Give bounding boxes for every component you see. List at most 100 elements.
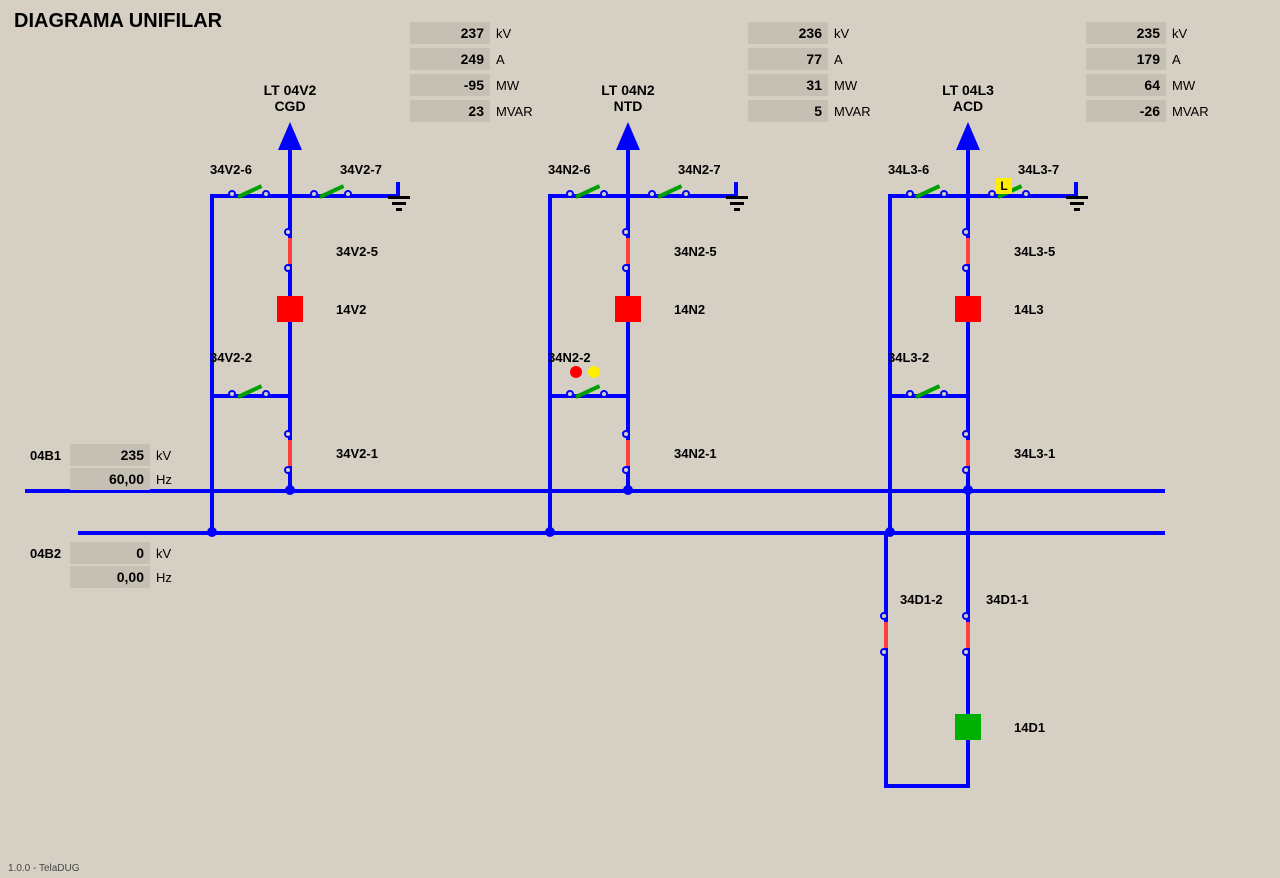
- l3-sw6-j2[interactable]: [940, 190, 948, 198]
- l3-mvar-u: MVAR: [1172, 104, 1209, 119]
- v2-sw1-lbl: 34V2-1: [336, 446, 378, 461]
- n2-sw2-r[interactable]: [600, 390, 608, 398]
- n2-alarm-yellow-icon: [588, 366, 600, 378]
- n2-sw7-j2[interactable]: [682, 190, 690, 198]
- n2-sw5-t[interactable]: [622, 228, 630, 236]
- d1-sw2-bar[interactable]: [884, 622, 888, 648]
- n2-sw5-bar[interactable]: [626, 238, 630, 264]
- n2-h2: [548, 394, 628, 398]
- v2-sw1-b[interactable]: [284, 466, 292, 474]
- d1-sw2-lbl: 34D1-2: [900, 592, 943, 607]
- l3-sw7-j2[interactable]: [1022, 190, 1030, 198]
- n2-mw-u: MW: [834, 78, 857, 93]
- l3-sw5-b[interactable]: [962, 264, 970, 272]
- d1-sw1-lbl: 34D1-1: [986, 592, 1029, 607]
- v2-sw5-lbl: 34V2-5: [336, 244, 378, 259]
- v2-title: LT 04V2 CGD: [240, 82, 340, 114]
- v2-sw7-j[interactable]: [310, 190, 318, 198]
- bus2-hz-unit: Hz: [156, 570, 172, 585]
- l3-sw2-r[interactable]: [940, 390, 948, 398]
- n2-breaker[interactable]: [615, 296, 641, 322]
- v2-sw5-t[interactable]: [284, 228, 292, 236]
- v2-a: 249: [410, 48, 490, 70]
- l3-sw1-b[interactable]: [962, 466, 970, 474]
- v2-kv-u: kV: [496, 26, 511, 41]
- l3-h2: [888, 394, 968, 398]
- v2-sw2-r[interactable]: [262, 390, 270, 398]
- d1-sw2-b[interactable]: [880, 648, 888, 656]
- n2-kv-u: kV: [834, 26, 849, 41]
- n2-sw1-b[interactable]: [622, 466, 630, 474]
- d1-leftv: [884, 531, 888, 787]
- n2-mw: 31: [748, 74, 828, 96]
- l3-sw6-j[interactable]: [906, 190, 914, 198]
- n2-sw7-lbl: 34N2-7: [678, 162, 721, 177]
- v2-mvar: 23: [410, 100, 490, 122]
- l3-stem: [966, 148, 970, 194]
- l3-title: LT 04L3 ACD: [918, 82, 1018, 114]
- d1-sw2-t[interactable]: [880, 612, 888, 620]
- bus2-name: 04B2: [30, 546, 61, 561]
- v2-mw: -95: [410, 74, 490, 96]
- v2-h2: [210, 394, 290, 398]
- d1-sw1-bar[interactable]: [966, 622, 970, 648]
- n2-sw6-j2[interactable]: [600, 190, 608, 198]
- d1-breaker[interactable]: [955, 714, 981, 740]
- bus2-kv-value: 0: [70, 542, 150, 564]
- v2-sw5-b[interactable]: [284, 264, 292, 272]
- n2-sw6-lbl: 34N2-6: [548, 162, 591, 177]
- n2-brk-lbl: 14N2: [674, 302, 705, 317]
- v2-a-u: A: [496, 52, 505, 67]
- l3-arrow-icon: [956, 122, 980, 150]
- bus1-name: 04B1: [30, 448, 61, 463]
- n2-sw1-bar[interactable]: [626, 440, 630, 466]
- l3-a-u: A: [1172, 52, 1181, 67]
- n2-arrow-icon: [616, 122, 640, 150]
- n2-sw5-b[interactable]: [622, 264, 630, 272]
- v2-sw5-bar[interactable]: [288, 238, 292, 264]
- n2-node-b2: [545, 527, 555, 537]
- n2-a: 77: [748, 48, 828, 70]
- n2-sw6-j[interactable]: [566, 190, 574, 198]
- l3-sw1-bar[interactable]: [966, 440, 970, 466]
- l3-sw5-bar[interactable]: [966, 238, 970, 264]
- v2-sw2-l[interactable]: [228, 390, 236, 398]
- n2-a-u: A: [834, 52, 843, 67]
- l3-sw1-lbl: 34L3-1: [1014, 446, 1055, 461]
- v2-breaker[interactable]: [277, 296, 303, 322]
- n2-sw5-lbl: 34N2-5: [674, 244, 717, 259]
- n2-sw7-j[interactable]: [648, 190, 656, 198]
- l3-kv: 235: [1086, 22, 1166, 44]
- l3-a: 179: [1086, 48, 1166, 70]
- l3-sw6-lbl: 34L3-6: [888, 162, 929, 177]
- l3-sw7-lbl: 34L3-7: [1018, 162, 1059, 177]
- l3-sw7-j[interactable]: [988, 190, 996, 198]
- l3-mw: 64: [1086, 74, 1166, 96]
- n2-title-2: NTD: [614, 98, 643, 114]
- bus1-hz-value: 60,00: [70, 468, 150, 490]
- v2-node-b1: [285, 485, 295, 495]
- v2-sw1-bar[interactable]: [288, 440, 292, 466]
- v2-arrow-icon: [278, 122, 302, 150]
- d1-bottombar: [884, 784, 970, 788]
- l3-sw2-lbl: 34L3-2: [888, 350, 929, 365]
- v2-title-1: LT 04V2: [264, 82, 317, 98]
- l3-sw2-l[interactable]: [906, 390, 914, 398]
- n2-sw2-l[interactable]: [566, 390, 574, 398]
- d1-sw1-t[interactable]: [962, 612, 970, 620]
- d1-sw1-b[interactable]: [962, 648, 970, 656]
- v2-sw6-j[interactable]: [228, 190, 236, 198]
- bus1-kv-value: 235: [70, 444, 150, 466]
- l3-sw1-t[interactable]: [962, 430, 970, 438]
- n2-alarm-red-icon: [570, 366, 582, 378]
- v2-mvar-u: MVAR: [496, 104, 533, 119]
- v2-sw1-t[interactable]: [284, 430, 292, 438]
- l3-title-2: ACD: [953, 98, 983, 114]
- v2-sw6-j2[interactable]: [262, 190, 270, 198]
- l3-sw5-t[interactable]: [962, 228, 970, 236]
- n2-sw1-t[interactable]: [622, 430, 630, 438]
- footer-version: 1.0.0 - TelaDUG: [8, 863, 80, 874]
- v2-sw7-j2[interactable]: [344, 190, 352, 198]
- n2-sw1-lbl: 34N2-1: [674, 446, 717, 461]
- l3-breaker[interactable]: [955, 296, 981, 322]
